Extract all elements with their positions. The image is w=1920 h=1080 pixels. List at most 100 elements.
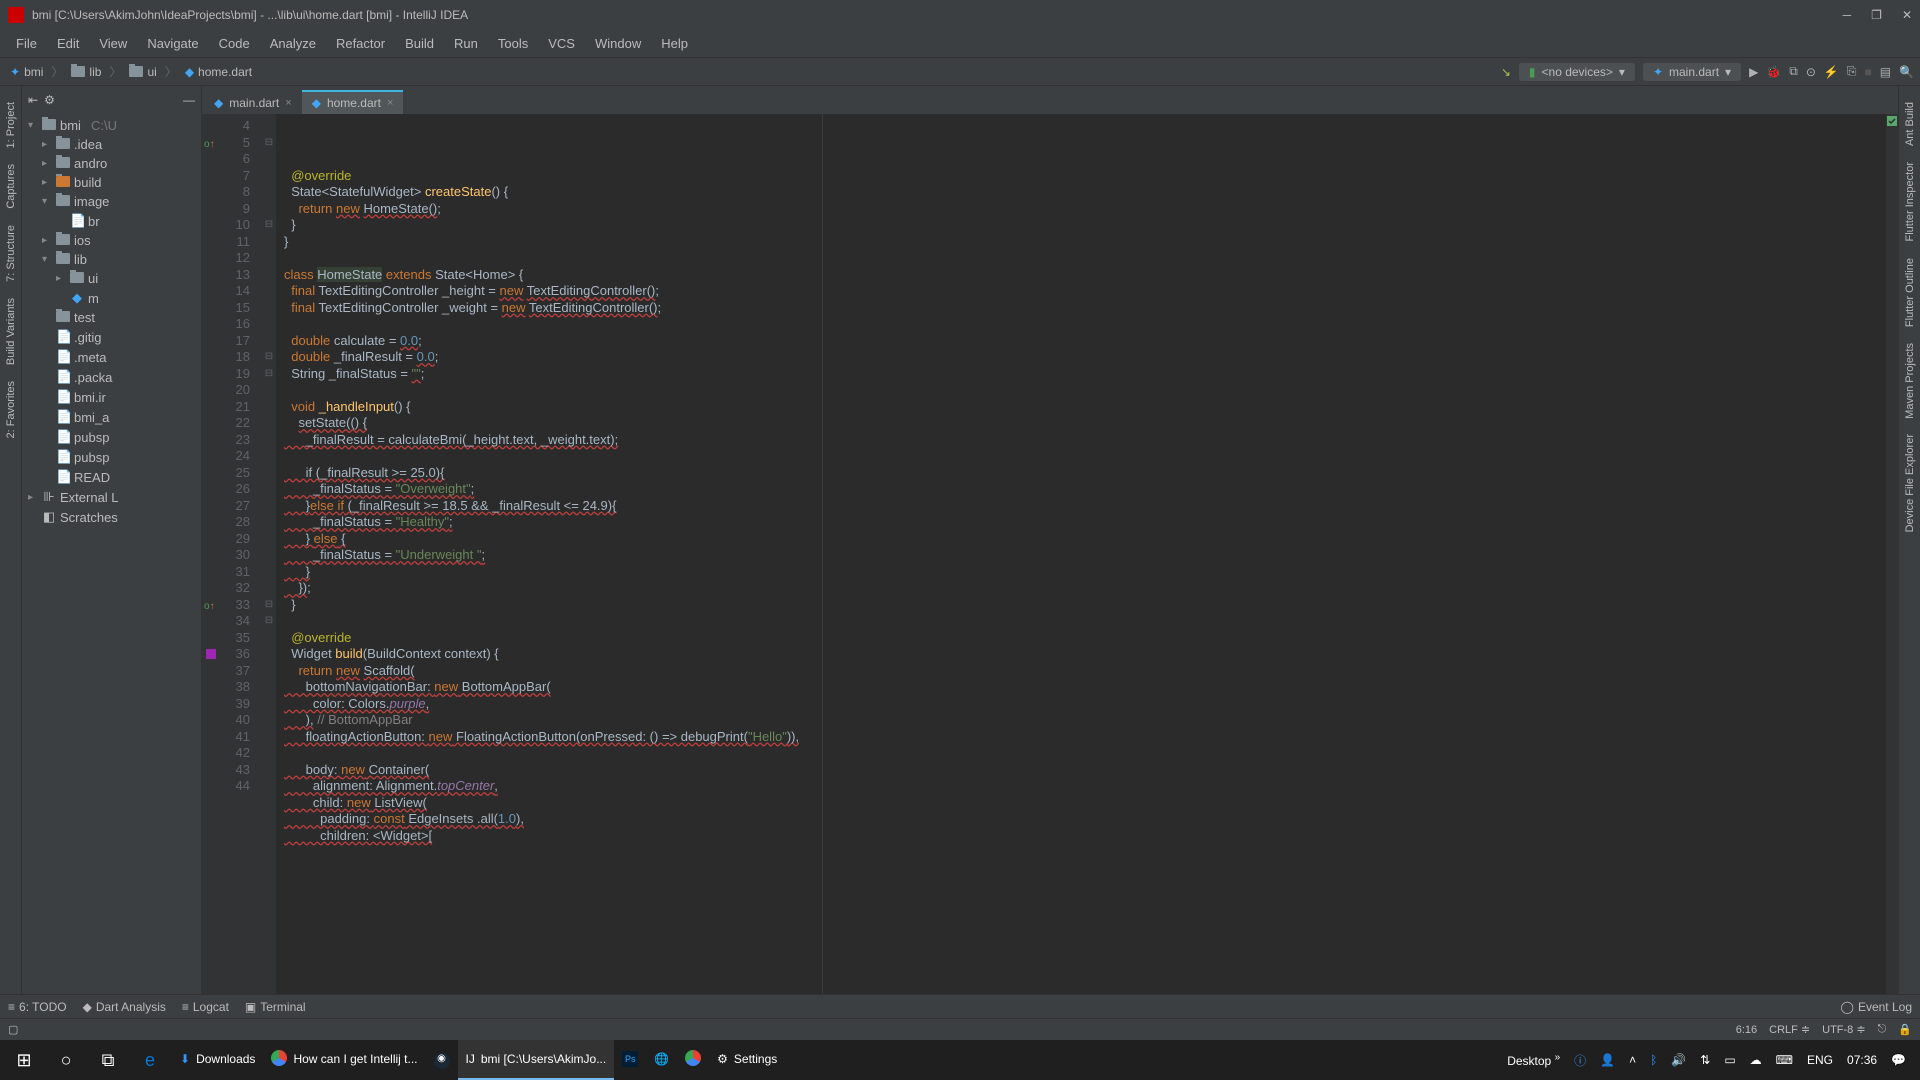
tree-item[interactable]: 📄bmi.ir [22,387,201,407]
coverage-button[interactable]: ⧉ [1789,64,1798,79]
stop-button[interactable]: ■ [1864,65,1871,79]
crumb-root[interactable]: ✦bmi [6,63,47,81]
right-tab-flutterinspector[interactable]: Flutter Inspector [1902,154,1918,249]
context-icon[interactable]: ⎋ [1878,1023,1887,1036]
taskbar-item[interactable]: 🌐 [646,1040,677,1080]
edge-icon[interactable]: e [130,1040,170,1080]
device-selector[interactable]: ▮<no devices>▾ [1519,63,1635,81]
start-button[interactable]: ⊞ [4,1040,44,1080]
right-tab-mavenprojects[interactable]: Maven Projects [1902,335,1918,427]
tree-item[interactable]: ▾image [22,192,201,211]
right-tab-flutteroutline[interactable]: Flutter Outline [1902,250,1918,335]
lock-icon[interactable]: 🔒 [1898,1023,1912,1036]
menu-analyze[interactable]: Analyze [262,34,324,53]
taskbar-item[interactable]: ◉ [426,1040,458,1080]
debug-button[interactable]: 🐞 [1766,65,1781,79]
taskbar-item[interactable]: ⬇Downloads [172,1040,263,1080]
hide-icon[interactable]: — [183,93,195,107]
maximize-button[interactable]: ❐ [1871,8,1882,22]
inspection-indicator[interactable] [1887,116,1897,126]
menu-build[interactable]: Build [397,34,442,53]
tree-item[interactable]: ◧Scratches [22,507,201,527]
help-tray-icon[interactable]: ⓘ [1574,1052,1586,1069]
left-tab-structure[interactable]: 7: Structure [3,217,19,290]
logcat-tab[interactable]: ≡ Logcat [182,1000,229,1014]
menu-window[interactable]: Window [587,34,649,53]
menu-tools[interactable]: Tools [490,34,536,53]
left-tab-favorites[interactable]: 2: Favorites [3,373,19,446]
tree-item[interactable]: ▸.idea [22,135,201,154]
people-tray-icon[interactable]: 👤 [1600,1053,1615,1067]
editor-tab-main-dart[interactable]: ◆main.dart× [204,90,302,114]
line-separator[interactable]: CRLF ≑ [1769,1023,1810,1036]
task-view-button[interactable]: ⧉ [88,1040,128,1080]
crumb-file[interactable]: ◆home.dart [181,63,256,81]
network-tray-icon[interactable]: ⇅ [1700,1053,1710,1067]
taskbar-item[interactable]: IJbmi [C:\Users\AkimJo... [458,1040,615,1080]
right-tab-antbuild[interactable]: Ant Build [1902,94,1918,154]
taskbar-item[interactable] [677,1040,709,1080]
crumb-lib[interactable]: lib [67,63,105,81]
search-button[interactable]: 🔍 [1899,65,1914,79]
keyboard-tray-icon[interactable]: ⌨ [1776,1053,1793,1067]
collapse-icon[interactable]: ⇤ [28,93,38,107]
tree-item[interactable]: ▸ui [22,269,201,288]
structure-button[interactable]: ▤ [1880,65,1891,79]
tree-item[interactable]: 📄br [22,211,201,231]
event-log-button[interactable]: ◯ Event Log [1841,1000,1912,1014]
taskbar-item[interactable]: How can I get Intellij t... [263,1040,425,1080]
file-encoding[interactable]: UTF-8 ≑ [1822,1023,1865,1036]
error-stripe[interactable] [1886,114,1898,994]
clock[interactable]: 07:36 [1847,1053,1877,1067]
attach-button[interactable]: ⎘ [1847,64,1857,79]
desktop-toolbar[interactable]: Desktop » [1507,1052,1560,1068]
crumb-ui[interactable]: ui [125,63,160,81]
tree-item[interactable]: 📄bmi_a [22,407,201,427]
bluetooth-tray-icon[interactable]: ᛒ [1650,1053,1657,1067]
menu-refactor[interactable]: Refactor [328,34,393,53]
close-tab-icon[interactable]: × [387,97,393,109]
minimize-button[interactable]: ─ [1843,8,1852,22]
notification-tray-icon[interactable]: 💬 [1891,1053,1906,1067]
onedrive-tray-icon[interactable]: ☁ [1750,1053,1762,1067]
tree-item[interactable]: ◆m [22,288,201,308]
volume-tray-icon[interactable]: 🔊 [1671,1053,1686,1067]
taskbar-item[interactable]: Ps [614,1040,646,1080]
show-windows-icon[interactable]: ▢ [8,1023,18,1036]
close-tab-icon[interactable]: × [285,97,291,109]
tree-item[interactable]: ▸⊪External L [22,487,201,507]
close-button[interactable]: ✕ [1902,8,1912,22]
tree-item[interactable]: 📄.meta [22,347,201,367]
menu-vcs[interactable]: VCS [540,34,583,53]
reload-button[interactable]: ⚡ [1824,65,1839,79]
tree-item[interactable]: test [22,308,201,327]
editor-tab-home-dart[interactable]: ◆home.dart× [302,90,404,114]
menu-file[interactable]: File [8,34,45,53]
left-tab-project[interactable]: 1: Project [3,94,19,156]
battery-tray-icon[interactable]: ▭ [1724,1053,1735,1067]
menu-help[interactable]: Help [653,34,696,53]
tree-item[interactable]: ▸ios [22,231,201,250]
cortana-button[interactable]: ○ [46,1040,86,1080]
tree-item[interactable]: 📄.packa [22,367,201,387]
code-editor[interactable]: o↑o↑ 45678910111213141516171819202122232… [202,114,1898,994]
tree-item[interactable]: 📄.gitig [22,327,201,347]
todo-tab[interactable]: ≡ 6: TODO [8,1000,67,1014]
menu-view[interactable]: View [91,34,135,53]
tree-item[interactable]: 📄READ [22,467,201,487]
menu-edit[interactable]: Edit [49,34,87,53]
tree-item[interactable]: ▸build [22,173,201,192]
caret-position[interactable]: 6:16 [1736,1024,1757,1036]
menu-navigate[interactable]: Navigate [139,34,206,53]
right-tab-devicefileexplorer[interactable]: Device File Explorer [1902,426,1918,540]
tree-item[interactable]: ▾bmiC:\U [22,116,201,135]
language-indicator[interactable]: ENG [1807,1053,1833,1067]
run-button[interactable]: ▶ [1749,65,1758,79]
taskbar-item[interactable]: ⚙Settings [709,1040,785,1080]
menu-code[interactable]: Code [211,34,258,53]
build-icon[interactable]: ↘ [1501,65,1511,79]
tree-item[interactable]: ▸andro [22,154,201,173]
left-tab-buildvariants[interactable]: Build Variants [3,290,19,373]
tree-item[interactable]: 📄pubsp [22,447,201,467]
settings-icon[interactable]: ⚙ [44,93,55,107]
